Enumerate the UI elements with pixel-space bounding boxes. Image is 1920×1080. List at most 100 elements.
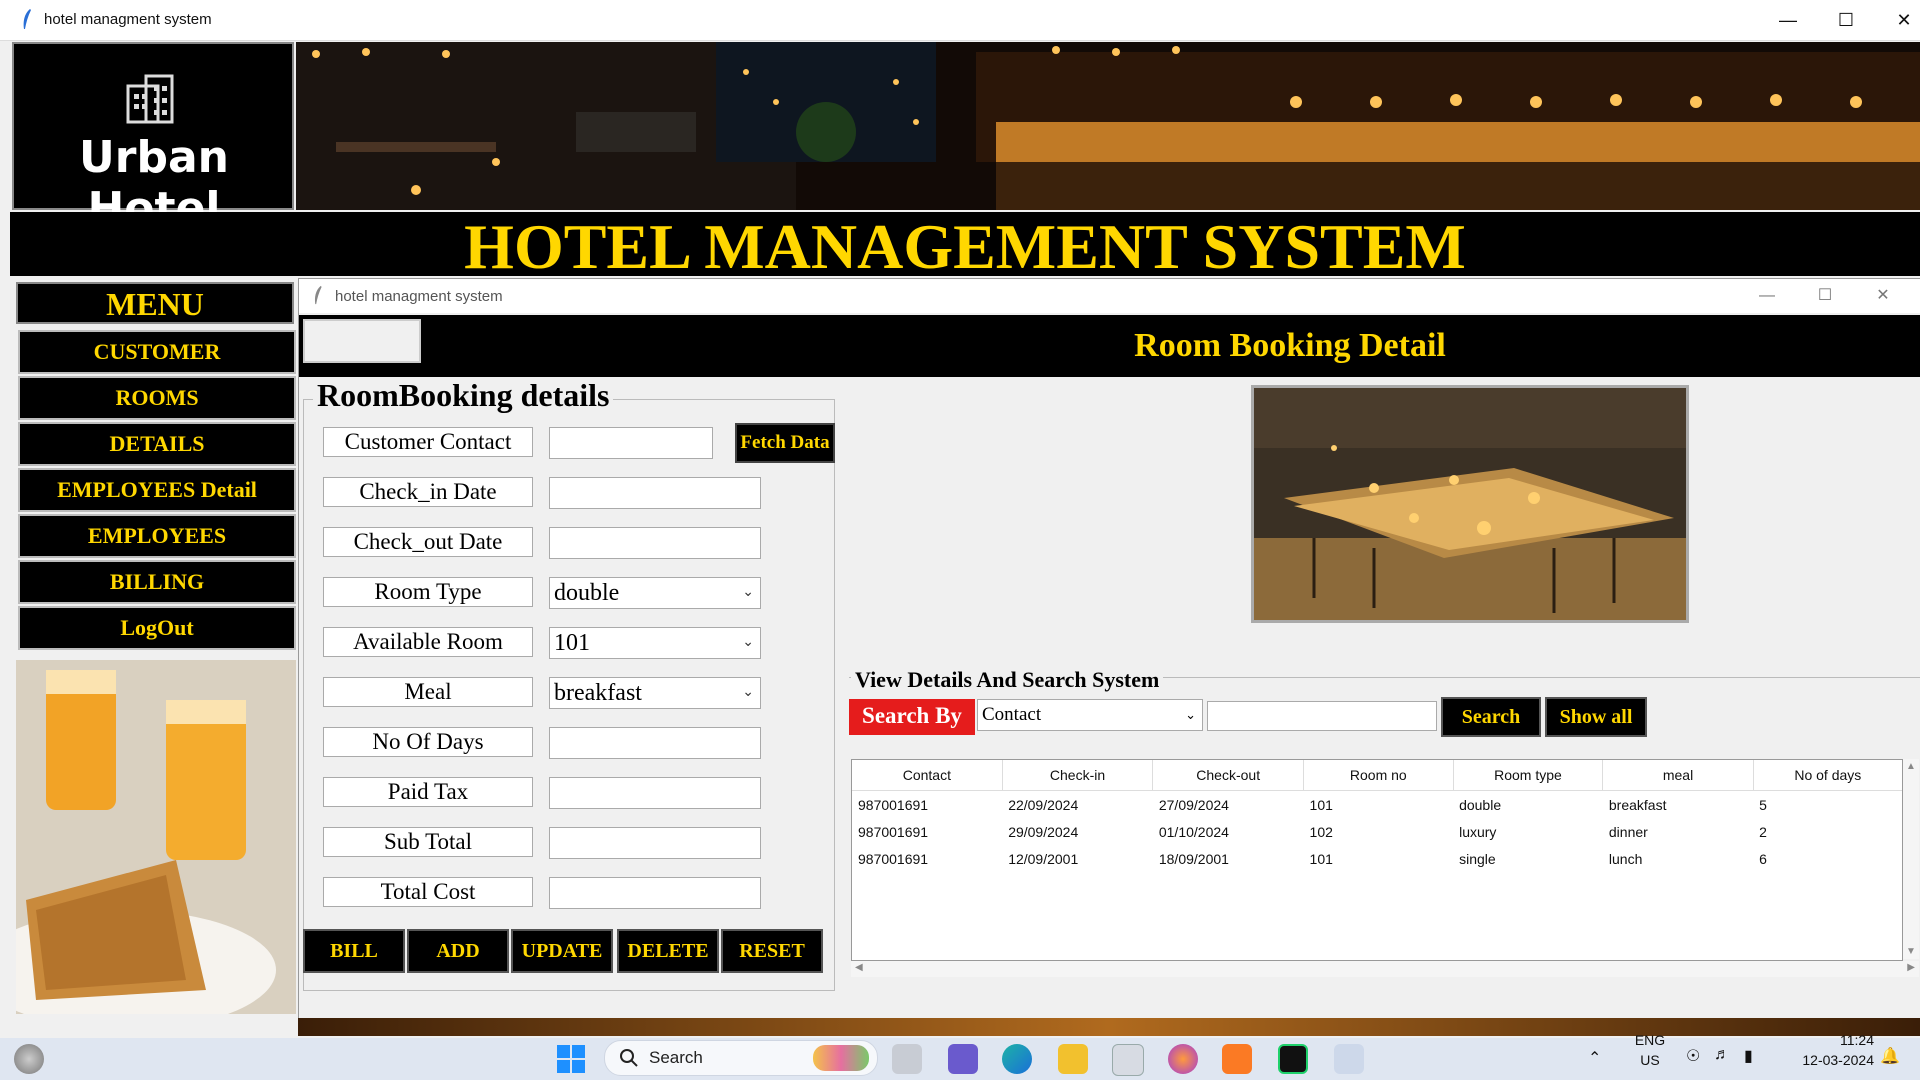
dining-image bbox=[1251, 385, 1689, 623]
column-header[interactable]: Check-in bbox=[1002, 760, 1154, 791]
search-icon bbox=[620, 1049, 638, 1067]
scroll-down-icon[interactable]: ▼ bbox=[1906, 946, 1916, 957]
volume-icon[interactable]: ♬ bbox=[1714, 1046, 1730, 1064]
store-icon[interactable] bbox=[1112, 1044, 1144, 1076]
minimize-icon[interactable]: — bbox=[1739, 279, 1795, 313]
feather-app-icon bbox=[23, 9, 31, 29]
bill-button[interactable]: BILL bbox=[303, 929, 405, 973]
meal-select[interactable]: breakfast ⌄ bbox=[549, 677, 761, 709]
taskbar-search[interactable]: Search bbox=[604, 1040, 878, 1076]
logo-panel: Urban Hotel bbox=[12, 42, 294, 234]
window-titlebar: hotel managment system — ☐ ✕ bbox=[0, 0, 1920, 41]
feather-app-icon bbox=[314, 285, 322, 305]
chevron-up-icon[interactable]: ⌃ bbox=[1588, 1048, 1601, 1068]
xampp-icon[interactable] bbox=[1222, 1044, 1252, 1074]
close-icon[interactable]: ✕ bbox=[1876, 0, 1920, 40]
clock-time[interactable]: 11:24 bbox=[1778, 1032, 1874, 1048]
menu-employees-detail-button[interactable]: EMPLOYEES Detail bbox=[18, 468, 296, 512]
fetch-data-button[interactable]: Fetch Data bbox=[735, 423, 835, 463]
column-header[interactable]: Room type bbox=[1453, 760, 1604, 791]
horizontal-scrollbar[interactable]: ◀ ▶ bbox=[851, 961, 1919, 977]
page-title: HOTEL MANAGEMENT SYSTEM bbox=[464, 211, 1466, 282]
table-cell: 5 bbox=[1759, 796, 1767, 813]
table-cell: single bbox=[1459, 850, 1496, 867]
vertical-scrollbar[interactable]: ▲ ▼ bbox=[1903, 759, 1919, 959]
customer-contact-input[interactable] bbox=[549, 427, 713, 459]
column-header[interactable]: meal bbox=[1602, 760, 1754, 791]
table-cell: 29/09/2024 bbox=[1008, 823, 1079, 840]
menu-details-button[interactable]: DETAILS bbox=[18, 422, 296, 466]
windows-start-icon[interactable] bbox=[556, 1044, 586, 1074]
sub-total-label: Sub Total bbox=[323, 827, 533, 857]
menu-rooms-button[interactable]: ROOMS bbox=[18, 376, 296, 420]
booking-table[interactable]: Contact Check-in Check-out Room no Room … bbox=[851, 759, 1903, 961]
firefox-icon[interactable] bbox=[1168, 1044, 1198, 1074]
scroll-up-icon[interactable]: ▲ bbox=[1906, 761, 1916, 772]
meet-icon[interactable] bbox=[948, 1044, 978, 1074]
add-button[interactable]: ADD bbox=[407, 929, 509, 973]
edge-icon[interactable] bbox=[1002, 1044, 1032, 1074]
table-row[interactable]: 987001691 22/09/2024 27/09/2024 101 doub… bbox=[852, 791, 1902, 819]
blank-button[interactable] bbox=[303, 319, 421, 363]
taskbar-search-label: Search bbox=[649, 1048, 703, 1067]
menu-billing-button[interactable]: BILLING bbox=[18, 560, 296, 604]
update-button[interactable]: UPDATE bbox=[511, 929, 613, 973]
close-icon[interactable]: ✕ bbox=[1855, 279, 1911, 313]
table-row[interactable]: 987001691 12/09/2001 18/09/2001 101 sing… bbox=[852, 845, 1902, 872]
search-button[interactable]: Search bbox=[1441, 697, 1541, 737]
column-header[interactable]: Check-out bbox=[1152, 760, 1305, 791]
no-of-days-input[interactable] bbox=[549, 727, 761, 759]
column-header[interactable]: No of days bbox=[1753, 760, 1902, 791]
delete-button[interactable]: DELETE bbox=[617, 929, 719, 973]
clock-date[interactable]: 12-03-2024 bbox=[1778, 1052, 1874, 1068]
file-explorer-icon[interactable] bbox=[1058, 1044, 1088, 1074]
table-cell: lunch bbox=[1608, 850, 1643, 867]
checkin-label: Check_in Date bbox=[323, 477, 533, 507]
python-app-icon[interactable] bbox=[1334, 1044, 1364, 1074]
pycharm-icon[interactable] bbox=[1278, 1044, 1308, 1074]
table-cell: 18/09/2001 bbox=[1158, 850, 1229, 867]
scroll-left-icon[interactable]: ◀ bbox=[855, 962, 863, 973]
room-booking-header: Room Booking Detail bbox=[299, 315, 1920, 377]
search-by-select[interactable]: Contact ⌄ bbox=[977, 699, 1203, 731]
column-header[interactable]: Room no bbox=[1303, 760, 1454, 791]
checkout-input[interactable] bbox=[549, 527, 761, 559]
battery-icon[interactable]: ▮ bbox=[1744, 1046, 1753, 1066]
table-cell: 102 bbox=[1309, 823, 1333, 840]
search-input[interactable] bbox=[1207, 701, 1437, 731]
weather-icon[interactable] bbox=[14, 1044, 44, 1074]
maximize-icon[interactable]: ☐ bbox=[1797, 279, 1853, 313]
customer-contact-label: Customer Contact bbox=[323, 427, 533, 457]
room-type-select[interactable]: double ⌄ bbox=[549, 577, 761, 609]
table-header-row: Contact Check-in Check-out Room no Room … bbox=[852, 760, 1902, 791]
meal-label: Meal bbox=[323, 677, 533, 707]
show-all-button[interactable]: Show all bbox=[1545, 697, 1647, 737]
menu-logout-button[interactable]: LogOut bbox=[18, 606, 296, 650]
minimize-icon[interactable]: — bbox=[1760, 0, 1816, 40]
reset-button[interactable]: RESET bbox=[721, 929, 823, 973]
chevron-down-icon: ⌄ bbox=[742, 585, 754, 600]
checkin-input[interactable] bbox=[549, 477, 761, 509]
table-cell: 101 bbox=[1309, 850, 1333, 867]
column-header[interactable]: Contact bbox=[852, 760, 1003, 791]
task-view-icon[interactable] bbox=[892, 1044, 922, 1074]
network-icon[interactable]: ☉ bbox=[1686, 1046, 1700, 1066]
language-top[interactable]: ENG bbox=[1630, 1032, 1670, 1048]
paid-tax-input[interactable] bbox=[549, 777, 761, 809]
available-room-select[interactable]: 101 ⌄ bbox=[549, 627, 761, 659]
sub-total-input[interactable] bbox=[549, 827, 761, 859]
child-window-title: hotel managment system bbox=[335, 288, 503, 305]
available-room-value: 101 bbox=[554, 630, 590, 656]
scroll-right-icon[interactable]: ▶ bbox=[1907, 962, 1915, 973]
paid-tax-label: Paid Tax bbox=[323, 777, 533, 807]
language-bottom[interactable]: US bbox=[1630, 1052, 1670, 1068]
table-cell: 6 bbox=[1759, 850, 1767, 867]
maximize-icon[interactable]: ☐ bbox=[1818, 0, 1874, 40]
table-row[interactable]: 987001691 29/09/2024 01/10/2024 102 luxu… bbox=[852, 818, 1902, 845]
title-strip: HOTEL MANAGEMENT SYSTEM bbox=[10, 212, 1920, 282]
total-cost-input[interactable] bbox=[549, 877, 761, 909]
menu-employees-button[interactable]: EMPLOYEES bbox=[18, 514, 296, 558]
notification-bell-icon[interactable]: 🔔 bbox=[1880, 1046, 1900, 1066]
menu-customer-button[interactable]: CUSTOMER bbox=[18, 330, 296, 374]
meal-value: breakfast bbox=[554, 680, 642, 706]
